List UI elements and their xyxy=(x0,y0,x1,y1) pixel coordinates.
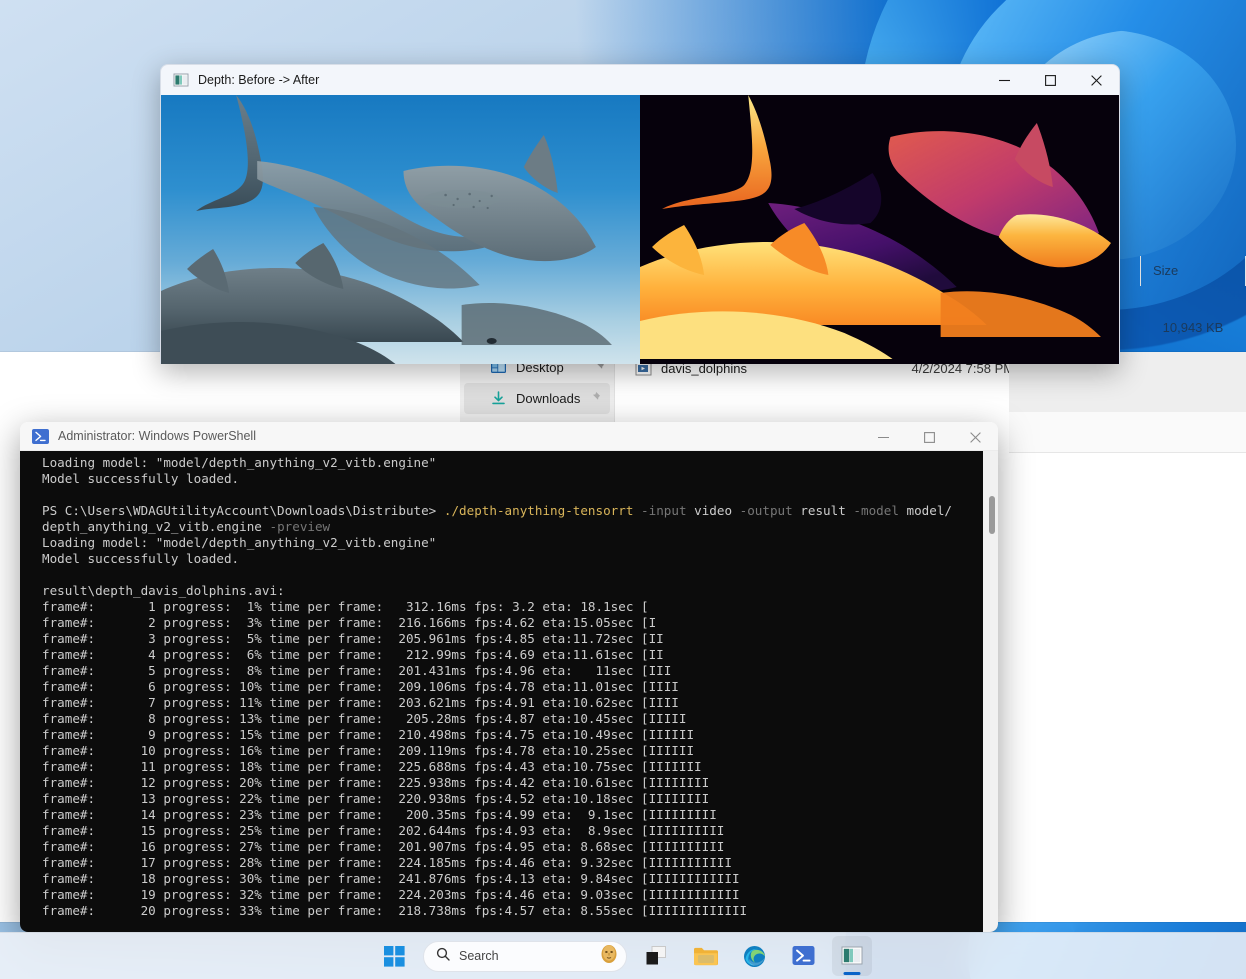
opencv-image-icon xyxy=(173,72,189,88)
window-title-bar[interactable]: Administrator: Windows PowerShell xyxy=(20,422,998,451)
mask-avatar-icon[interactable] xyxy=(598,943,620,970)
scrollbar-thumb[interactable] xyxy=(989,496,995,534)
file-size-cell-partial: 10,943 KB xyxy=(1162,320,1224,335)
terminal-text: Loading model: "model/depth_anything_v2_… xyxy=(42,455,998,918)
powershell-window[interactable]: Administrator: Windows PowerShell Loadin… xyxy=(20,422,998,932)
opencv-preview-window[interactable]: Depth: Before -> After xyxy=(160,64,1120,364)
pin-icon[interactable] xyxy=(589,391,601,404)
download-icon xyxy=(490,390,507,407)
window-title-label: Administrator: Windows PowerShell xyxy=(58,429,256,443)
maximize-button[interactable] xyxy=(906,422,952,453)
search-input[interactable]: Search xyxy=(423,940,627,972)
close-button[interactable] xyxy=(1073,65,1119,96)
minimize-button[interactable] xyxy=(981,65,1027,96)
start-button[interactable] xyxy=(374,936,414,976)
preview-before-image xyxy=(161,95,640,364)
window-title-bar[interactable]: Depth: Before -> After xyxy=(160,64,1120,95)
folder-icon[interactable] xyxy=(685,936,725,976)
sidebar-item-downloads[interactable]: Downloads xyxy=(464,383,610,414)
explorer-divider xyxy=(1009,452,1246,453)
task-view-icon[interactable] xyxy=(636,936,676,976)
column-header-size[interactable]: Size xyxy=(1140,256,1246,286)
maximize-button[interactable] xyxy=(1027,65,1073,96)
terminal-output-area[interactable]: Loading model: "model/depth_anything_v2_… xyxy=(20,451,998,932)
taskbar[interactable]: Search xyxy=(0,932,1246,979)
search-placeholder: Search xyxy=(459,949,499,963)
explorer-breadcrumb-strip xyxy=(1009,412,1246,452)
minimize-button[interactable] xyxy=(860,422,906,453)
window-title-label: Depth: Before -> After xyxy=(198,73,320,87)
window-controls[interactable] xyxy=(860,422,998,453)
preview-after-depthmap xyxy=(640,95,1119,364)
powershell-icon xyxy=(32,428,49,445)
opencv-image-icon[interactable] xyxy=(832,936,872,976)
sidebar-item-label: Downloads xyxy=(516,391,581,406)
powershell-icon[interactable] xyxy=(783,936,823,976)
edge-icon[interactable] xyxy=(734,936,774,976)
close-button[interactable] xyxy=(952,422,998,453)
preview-canvas xyxy=(160,95,1120,364)
search-icon xyxy=(436,947,450,966)
terminal-scrollbar[interactable] xyxy=(983,451,998,932)
window-controls[interactable] xyxy=(981,65,1119,96)
